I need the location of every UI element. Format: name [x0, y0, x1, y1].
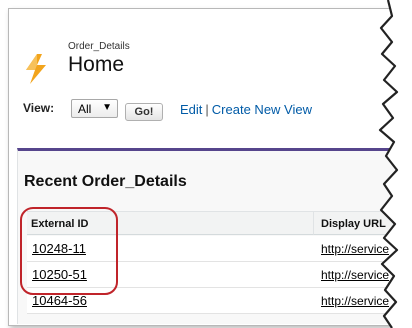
- display-url-link[interactable]: http://service: [321, 294, 389, 308]
- recent-panel-title: Recent Order_Details: [24, 173, 187, 190]
- object-type-label: Order_Details: [68, 41, 130, 52]
- display-url-link[interactable]: http://service: [321, 242, 389, 256]
- lightning-bolt-icon: [26, 54, 46, 84]
- external-id-link[interactable]: 10464-56: [32, 293, 87, 308]
- edit-view-link[interactable]: Edit: [180, 102, 202, 117]
- create-new-view-link[interactable]: Create New View: [212, 102, 312, 117]
- view-select-value: All: [78, 102, 92, 116]
- go-button[interactable]: Go!: [125, 103, 163, 121]
- highlight-annotation: [20, 207, 118, 295]
- view-links: Edit | Create New View: [180, 102, 312, 117]
- column-header-display-url[interactable]: Display URL: [313, 211, 412, 235]
- page-title: Home: [68, 53, 125, 76]
- display-url-link[interactable]: http://service: [321, 268, 389, 282]
- view-select[interactable]: All ▼: [71, 99, 118, 118]
- dropdown-arrow-icon: ▼: [102, 102, 112, 113]
- link-separator: |: [205, 102, 209, 117]
- view-label: View:: [23, 101, 55, 115]
